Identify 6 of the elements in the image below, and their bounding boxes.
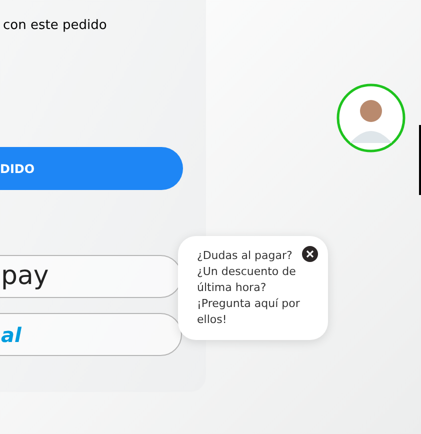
checkout-button[interactable]: DIDO xyxy=(0,147,183,190)
agent-avatar[interactable] xyxy=(336,83,406,153)
chat-message: ¿Dudas al pagar? ¿Un descuento de última hora? ¡Pregunta aquí por ellos! xyxy=(197,248,301,328)
order-note: con este pedido xyxy=(3,17,107,35)
paypal-button[interactable]: al xyxy=(0,313,182,356)
close-icon[interactable] xyxy=(302,246,318,262)
